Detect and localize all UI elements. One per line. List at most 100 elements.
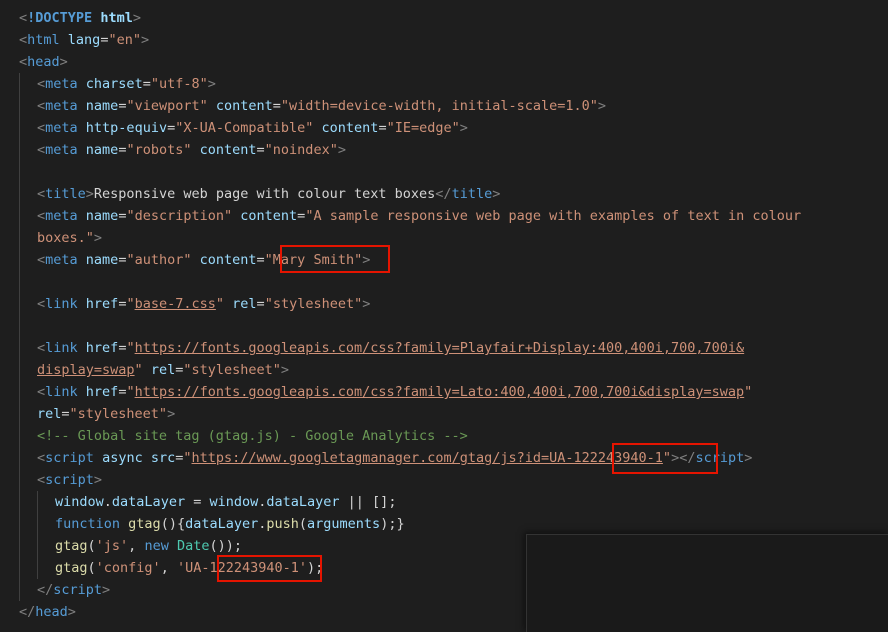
code-token: ( — [87, 560, 96, 576]
code-token: < — [19, 54, 28, 70]
code-line[interactable]: <link href="base-7.css" rel="stylesheet"… — [0, 293, 888, 315]
code-token: content — [215, 98, 273, 114]
code-token: meta — [45, 76, 78, 92]
code-token: arguments — [307, 516, 381, 532]
code-token: "utf-8" — [150, 76, 208, 92]
code-line[interactable]: <meta name="robots" content="noindex"> — [0, 139, 888, 161]
code-token: rel — [232, 296, 257, 312]
indent-guide — [19, 381, 20, 403]
code-token: https://fonts.googleapis.com/css?family=… — [134, 340, 745, 356]
indent-guide — [19, 535, 20, 557]
indent-guide — [19, 139, 20, 161]
code-line[interactable]: <script> — [0, 469, 888, 491]
indent-guide — [19, 95, 20, 117]
code-line[interactable]: function gtag(){dataLayer.push(arguments… — [0, 513, 888, 535]
code-token: < — [37, 450, 46, 466]
code-token: > — [132, 10, 141, 26]
code-token: " — [215, 296, 225, 312]
code-line[interactable]: <head> — [0, 51, 888, 73]
code-token: > — [459, 120, 468, 136]
code-token: " — [183, 450, 192, 466]
code-line[interactable] — [0, 315, 888, 337]
code-token: dataLayer — [111, 494, 186, 510]
code-token: ( — [298, 516, 308, 532]
indent-guide — [19, 447, 20, 469]
indent-guide — [19, 227, 20, 249]
code-line[interactable]: <script async src="https://www.googletag… — [0, 447, 888, 469]
code-token: link — [45, 296, 78, 312]
code-token: title — [451, 186, 493, 202]
code-token: link — [45, 340, 78, 356]
code-line[interactable]: <meta name="author" content="Mary Smith"… — [0, 249, 888, 271]
code-token: > — [492, 186, 501, 202]
code-token: href — [85, 384, 119, 400]
code-line[interactable]: <meta name="viewport" content="width=dev… — [0, 95, 888, 117]
code-token: </ — [19, 604, 36, 620]
code-token: href — [85, 296, 119, 312]
indent-guide — [19, 579, 20, 601]
code-line[interactable]: <link href="https://fonts.googleapis.com… — [0, 337, 888, 359]
code-line[interactable]: display=swap" rel="stylesheet"> — [0, 359, 888, 381]
code-token: = — [272, 98, 281, 114]
code-token: "en" — [108, 32, 141, 48]
indent-guide — [19, 183, 20, 205]
indent-guide — [19, 425, 20, 447]
code-token: 'js' — [95, 538, 129, 554]
code-token: . — [103, 494, 112, 510]
code-token: > — [140, 32, 150, 48]
code-line[interactable]: <meta http-equiv="X-UA-Compatible" conte… — [0, 117, 888, 139]
code-line[interactable]: <link href="https://fonts.googleapis.com… — [0, 381, 888, 403]
code-line[interactable]: <title>Responsive web page with colour t… — [0, 183, 888, 205]
code-line[interactable]: <!-- Global site tag (gtag.js) - Google … — [0, 425, 888, 447]
indent-guide — [19, 513, 20, 535]
code-token: "description" — [126, 208, 233, 224]
code-token: > — [337, 142, 346, 158]
code-token: < — [37, 472, 46, 488]
code-token: </ — [435, 186, 452, 202]
code-token: < — [37, 76, 46, 92]
code-token: ( — [87, 538, 96, 554]
code-token: "noindex" — [264, 142, 338, 158]
code-token: https://www.googletagmanager.com/gtag/js… — [191, 450, 663, 466]
code-token: "X-UA-Compatible" — [175, 120, 314, 136]
code-token: meta — [45, 252, 78, 268]
code-token: </ — [37, 582, 54, 598]
code-token: < — [37, 252, 46, 268]
indent-guide — [37, 557, 38, 579]
code-token: content — [321, 120, 379, 136]
code-line[interactable] — [0, 161, 888, 183]
code-line[interactable]: window.dataLayer = window.dataLayer || [… — [0, 491, 888, 513]
code-token: https://fonts.googleapis.com/css?family=… — [134, 384, 745, 400]
code-token: src — [150, 450, 176, 466]
code-token: dataLayer — [266, 494, 340, 510]
code-line[interactable]: <meta charset="utf-8"> — [0, 73, 888, 95]
code-token: new — [144, 538, 169, 554]
code-token: "viewport" — [126, 98, 208, 114]
code-line[interactable] — [0, 271, 888, 293]
indent-guide — [19, 205, 20, 227]
code-line[interactable]: <html lang="en"> — [0, 29, 888, 51]
code-token: script — [53, 582, 103, 598]
code-token: = — [256, 296, 265, 312]
indent-guide — [19, 249, 20, 271]
code-line[interactable]: rel="stylesheet"> — [0, 403, 888, 425]
code-line[interactable]: <meta name="description" content="A samp… — [0, 205, 888, 227]
code-line[interactable]: <!DOCTYPE html> — [0, 7, 888, 29]
code-token: lang — [67, 32, 101, 48]
code-token: content — [240, 208, 298, 224]
code-token: > — [59, 54, 68, 70]
code-token: http-equiv — [85, 120, 168, 136]
code-line[interactable]: boxes."> — [0, 227, 888, 249]
